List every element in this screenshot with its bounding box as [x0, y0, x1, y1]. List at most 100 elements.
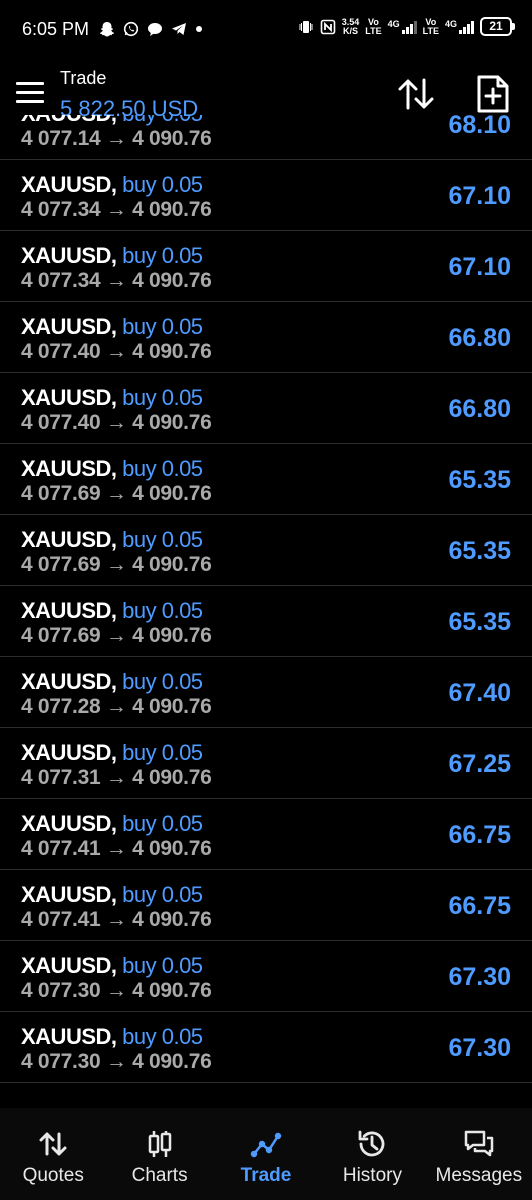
position-side-volume: buy 0.05	[122, 314, 203, 339]
position-prices: 4 077.40 → 4 090.76	[21, 411, 212, 434]
position-row[interactable]: XAUUSD, buy 0.05 4 077.34 → 4 090.76 67.10	[0, 231, 532, 302]
position-prices: 4 077.30 → 4 090.76	[21, 1050, 212, 1073]
position-prices: 4 077.69 → 4 090.76	[21, 482, 212, 505]
position-symbol-line: XAUUSD, buy 0.05	[21, 740, 203, 766]
position-profit: 66.75	[448, 892, 511, 920]
position-prices: 4 077.14 → 4 090.76	[21, 127, 212, 150]
nav-quotes-label: Quotes	[22, 1165, 84, 1186]
position-side-volume: buy 0.05	[122, 669, 203, 694]
position-row[interactable]: XAUUSD, buy 0.05 4 077.31 → 4 090.76 67.25	[0, 728, 532, 799]
position-symbol-line: XAUUSD, buy 0.05	[21, 385, 203, 411]
position-row[interactable]: XAUUSD, buy 0.05 4 077.41 → 4 090.76 66.75	[0, 799, 532, 870]
position-row[interactable]: XAUUSD, buy 0.05 4 077.30 → 4 090.76 67.30	[0, 941, 532, 1012]
status-bar: 6:05 PM 3.54 K/S Vo LTE 4G Vo LTE 4G 21	[0, 0, 532, 58]
position-symbol-line: XAUUSD, buy 0.05	[21, 172, 203, 198]
position-prices: 4 077.41 → 4 090.76	[21, 837, 212, 860]
telegram-icon	[172, 23, 187, 35]
position-symbol-line: XAUUSD, buy 0.05	[21, 527, 203, 553]
bottom-navigation: Quotes Charts Trade History Messages	[0, 1108, 532, 1200]
quotes-icon	[39, 1132, 67, 1156]
symbol-name: XAUUSD,	[21, 172, 117, 197]
position-profit: 67.30	[448, 963, 511, 991]
symbol-name: XAUUSD,	[21, 456, 117, 481]
position-prices: 4 077.41 → 4 090.76	[21, 908, 212, 931]
nav-charts-label: Charts	[131, 1165, 188, 1186]
sim1-volte: Vo LTE	[365, 16, 382, 36]
position-profit: 65.35	[448, 537, 511, 565]
nfc-icon	[320, 19, 336, 34]
nav-history-label: History	[342, 1165, 402, 1186]
position-profit: 68.10	[448, 115, 511, 139]
position-symbol-line: XAUUSD, buy 0.05	[21, 243, 203, 269]
position-symbol-line: XAUUSD, buy 0.05	[21, 953, 203, 979]
position-row[interactable]: XAUUSD, buy 0.054 077.14 → 4 090.76 68.10	[0, 115, 532, 160]
symbol-name: XAUUSD,	[21, 953, 117, 978]
position-row[interactable]: XAUUSD, buy 0.05 4 077.34 → 4 090.76 67.10	[0, 160, 532, 231]
position-side-volume: buy 0.05	[122, 882, 203, 907]
position-symbol-line: XAUUSD, buy 0.05	[21, 115, 203, 127]
nav-trade-label: Trade	[240, 1165, 292, 1186]
position-profit: 67.30	[448, 1034, 511, 1062]
hamburger-menu-icon[interactable]	[16, 82, 44, 104]
nav-charts[interactable]: Charts	[106, 1108, 212, 1200]
position-row[interactable]: XAUUSD, buy 0.05 4 077.69 → 4 090.76 65.35	[0, 444, 532, 515]
position-side-volume: buy 0.05	[122, 953, 203, 978]
position-prices: 4 077.69 → 4 090.76	[21, 553, 212, 576]
symbol-name: XAUUSD,	[21, 740, 117, 765]
position-side-volume: buy 0.05	[122, 527, 203, 552]
position-row[interactable]: XAUUSD, buy 0.05 4 077.40 → 4 090.76 66.80	[0, 373, 532, 444]
nav-history[interactable]: History	[319, 1108, 425, 1200]
position-symbol-line: XAUUSD, buy 0.05	[21, 314, 203, 340]
position-row[interactable]: XAUUSD, buy 0.05 4 077.30 → 4 090.76 67.30	[0, 1012, 532, 1083]
position-row[interactable]: XAUUSD, buy 0.05 4 077.41 → 4 090.76 66.75	[0, 870, 532, 941]
symbol-name: XAUUSD,	[21, 882, 117, 907]
candlestick-chart-icon	[148, 1131, 171, 1157]
nav-messages[interactable]: Messages	[426, 1108, 532, 1200]
position-prices: 4 077.28 → 4 090.76	[21, 695, 212, 718]
nav-trade[interactable]: Trade	[213, 1108, 319, 1200]
position-side-volume: buy 0.05	[122, 598, 203, 623]
new-order-icon[interactable]	[475, 74, 511, 114]
position-prices: 4 077.69 → 4 090.76	[21, 624, 212, 647]
sim2-signal: 4G	[445, 19, 474, 34]
position-side-volume: buy 0.05	[122, 456, 203, 481]
position-side-volume: buy 0.05	[122, 740, 203, 765]
position-side-volume: buy 0.05	[122, 811, 203, 836]
position-profit: 65.35	[448, 466, 511, 494]
messages-icon	[464, 1130, 494, 1157]
position-profit: 67.10	[448, 253, 511, 281]
nav-quotes[interactable]: Quotes	[0, 1108, 106, 1200]
position-symbol-line: XAUUSD, buy 0.05	[21, 811, 203, 837]
whatsapp-icon	[123, 21, 139, 37]
status-time: 6:05 PM	[22, 18, 90, 39]
symbol-name: XAUUSD,	[21, 115, 117, 126]
position-side-volume: buy 0.05	[122, 172, 203, 197]
chat-bubble-icon	[148, 23, 163, 36]
dot-icon	[196, 26, 203, 32]
sort-icon[interactable]	[396, 76, 436, 112]
positions-list[interactable]: XAUUSD, buy 0.054 077.14 → 4 090.7668.10…	[0, 115, 532, 1108]
position-prices: 4 077.34 → 4 090.76	[21, 269, 212, 292]
position-row[interactable]: XAUUSD, buy 0.05 4 077.40 → 4 090.76 66.80	[0, 302, 532, 373]
system-status: 3.54 K/S Vo LTE 4G Vo LTE 4G 21	[298, 16, 515, 36]
position-profit: 66.75	[448, 821, 511, 849]
position-prices: 4 077.31 → 4 090.76	[21, 766, 212, 789]
battery-indicator: 21	[480, 17, 515, 36]
position-profit: 67.40	[448, 679, 511, 707]
position-prices: 4 077.40 → 4 090.76	[21, 340, 212, 363]
symbol-name: XAUUSD,	[21, 669, 117, 694]
signal-icon	[401, 20, 417, 34]
position-profit: 66.80	[448, 395, 511, 423]
page-title: Trade	[60, 68, 107, 88]
position-row[interactable]: XAUUSD, buy 0.05 4 077.69 → 4 090.76 65.35	[0, 515, 532, 586]
position-prices: 4 077.34 → 4 090.76	[21, 198, 212, 221]
snapchat-icon	[100, 22, 115, 37]
nav-messages-label: Messages	[435, 1165, 523, 1186]
position-symbol-line: XAUUSD, buy 0.05	[21, 669, 203, 695]
position-symbol-line: XAUUSD, buy 0.05	[21, 456, 203, 482]
position-row[interactable]: XAUUSD, buy 0.05 4 077.28 → 4 090.76 67.40	[0, 657, 532, 728]
position-row[interactable]: XAUUSD, buy 0.05 4 077.69 → 4 090.76 65.35	[0, 586, 532, 657]
symbol-name: XAUUSD,	[21, 1024, 117, 1049]
position-profit: 67.10	[448, 182, 511, 210]
history-clock-icon	[359, 1130, 385, 1157]
